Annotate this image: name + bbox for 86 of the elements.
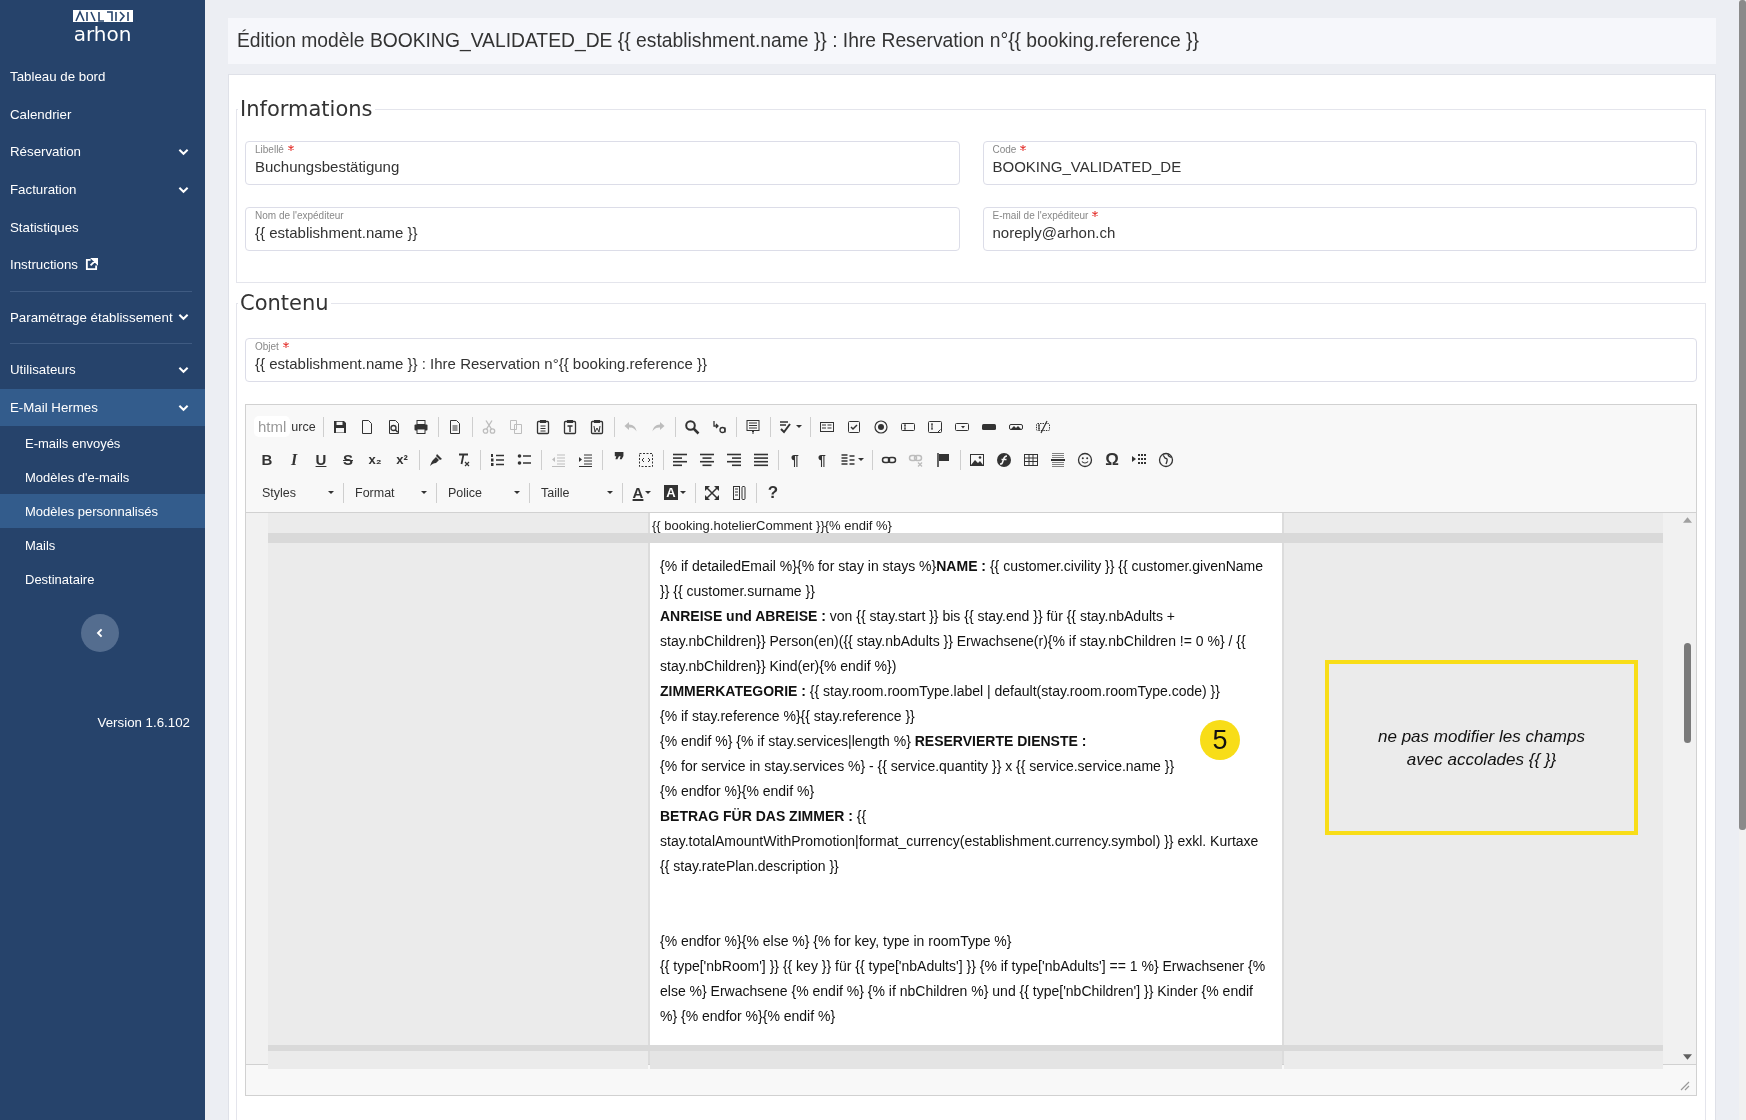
sidebar-item[interactable]: Calendrier [0,95,205,134]
scrollbar-thumb[interactable] [1684,643,1691,743]
right-to-left-button[interactable]: ¶ [809,446,835,473]
sidebar-item-label: Réservation [10,144,81,160]
template-text: {{ type['nbRoom'] }} {{ key }} für {{ type['nbAdults'] }} {% if type['nbAdults'] == 1 %} Erwachsener {% else %} Erwachsene {% endif %} {% if nbChildren %} und {{ type['nbChildren'] }} Kinder {% endif %} {% endfor %}{% endif %} [660,957,1267,1026]
underline-button[interactable]: U [308,446,334,473]
help-button[interactable]: ? [760,479,786,506]
text-field[interactable]: E-mail de l'expéditeur noreply@arhon.ch [982,207,1697,251]
sidebar-item-label: E-Mail Hermes [10,400,98,416]
template-text: {% endif %} {% if stay.services|length %} RESERVIERTE DIENSTE : [660,732,1087,751]
chevron-down-icon [178,403,189,412]
superscript-button[interactable]: x² [389,446,415,473]
sidebar-subitem[interactable]: Destinataire [0,562,205,597]
template-text: {{ booking.hotelierComment }}{% endif %} [651,518,892,533]
sidebar-item[interactable]: Réservation [0,133,205,171]
scroll-down-icon[interactable] [1683,1054,1692,1060]
template-text: {% endfor %}{% else %} {% for key, type in roomType %} [660,932,1012,951]
sidebar-subitem[interactable]: Modèles d'e-mails [0,460,205,495]
field-value: {{ establishment.name }} [255,224,419,241]
field-label: Code [992,144,1017,155]
chevron-down-icon [178,313,189,322]
resize-grip-icon[interactable] [1680,1081,1690,1091]
external-link-icon [85,258,98,272]
annotation-text: ne pas modifier les champs avec accolades {{ }} [1377,725,1586,771]
template-text: {% for service in stay.services %} - {{ service.quantity }} x {{ service.service.name }} [660,757,1175,776]
text-field[interactable]: Objet {{ establishment.name }} : Ihre Reservation n°{{ booking.reference }} [245,338,1697,382]
quote-button[interactable]: ❞ [606,446,632,473]
field-label: Nom de l'expéditeur [255,210,344,221]
chevron-down-icon [178,185,189,194]
bold-button[interactable]: B [254,446,280,473]
template-text: {% if stay.reference %}{{ stay.reference }} [660,707,915,726]
text-field[interactable]: Code BOOKING_VALIDATED_DE [982,141,1697,185]
sidebar-item-label: Tableau de bord [10,69,106,85]
field-value: noreply@arhon.ch [992,224,1117,241]
chevron-down-icon [178,365,189,374]
sidebar-subitem[interactable]: E-mails envoyés [0,426,205,461]
sidebar-item[interactable]: Statistiques [0,208,205,246]
subscript-button[interactable]: x₂ [362,446,388,473]
sidebar-item[interactable]: E-Mail Hermes [0,388,205,427]
background-color-button[interactable]: A [659,479,691,506]
sidebar-item-label: Calendrier [10,106,72,122]
dropdown[interactable]: Police [440,480,526,505]
sidebar-subitem[interactable]: Modèles personnalisés [0,494,205,529]
field-label: Libellé [255,144,284,155]
field-label: Objet [255,341,279,352]
chevron-left-icon [96,628,104,639]
text-color-button[interactable]: A [626,479,658,506]
sidebar-item-label: Statistiques [10,219,79,235]
tooltip: html [254,416,291,437]
sidebar-item-label: Paramétrage établissement [10,309,173,325]
chevron-down-icon [178,148,189,156]
page-scrollbar[interactable] [1739,0,1746,1120]
text-field[interactable]: Nom de l'expéditeur {{ establishment.name }} [245,207,960,251]
sidebar-item[interactable]: Facturation [0,170,205,209]
version-text: Version 1.6.102 [96,715,191,731]
logo-text: arhon [73,23,132,45]
sidebar-item[interactable]: Paramétrage établissement [0,298,205,337]
sidebar-item-label: Utilisateurs [10,362,76,378]
dropdown[interactable]: Styles [254,480,340,505]
field-value: BOOKING_VALIDATED_DE [992,158,1183,175]
source-button[interactable]: urce [290,413,320,440]
sidebar-item[interactable]: Utilisateurs [0,351,205,389]
italic-button[interactable]: I [281,446,307,473]
sidebar-item-label: Facturation [10,182,77,198]
field-label: E-mail de l'expéditeur [992,210,1089,221]
field-value: Buchungsbestätigung [255,158,401,175]
template-text: BETRAG FÜR DAS ZIMMER : {{ stay.totalAmountWithPromotion|format_currency(establishment.currency.symbol) }} exkl. Kurtaxe [660,807,1260,851]
logo-mark-icon [72,10,133,22]
left-to-right-button[interactable]: ¶ [782,446,808,473]
dropdown[interactable]: Taille [533,480,619,505]
page-title: Édition modèle BOOKING_VALIDATED_DE {{ establishment.name }} : Ihre Reservation n°{{ booking.reference }} [237,30,1199,52]
template-text: ANREISE und ABREISE : von {{ stay.start }} bis {{ stay.end }} für {{ stay.nbAdults + stay.nbChildren}} Person(en)({{ stay.nbAdults }} Erwachsene(r){% if stay.nbChildren != 0 %} / {{ stay.nbChildren}} Kind(er){% endif %}) [660,607,1247,676]
strikethrough-button[interactable]: S [335,446,361,473]
sidebar-item[interactable]: Tableau de bord [0,58,205,96]
sidebar-subitem[interactable]: Mails [0,528,205,563]
field-value: {{ establishment.name }} : Ihre Reservation n°{{ booking.reference }} [255,355,709,372]
section-title: Informations [239,97,374,121]
special-character-button[interactable]: Ω [1099,446,1125,473]
sidebar-item[interactable]: Instructions [0,245,205,284]
section-title: Contenu [239,291,330,315]
template-text: ZIMMERKATEGORIE : {{ stay.room.roomType.label | default(stay.room.roomType.code) }} [660,682,1220,701]
dropdown[interactable]: Format [347,480,433,505]
template-text: {{ stay.ratePlan.description }} [660,857,839,876]
sidebar-item-label: Instructions [10,257,78,273]
text-field[interactable]: Libellé Buchungsbestätigung [245,141,960,185]
template-text: {% endfor %}{% endif %} [660,782,815,801]
